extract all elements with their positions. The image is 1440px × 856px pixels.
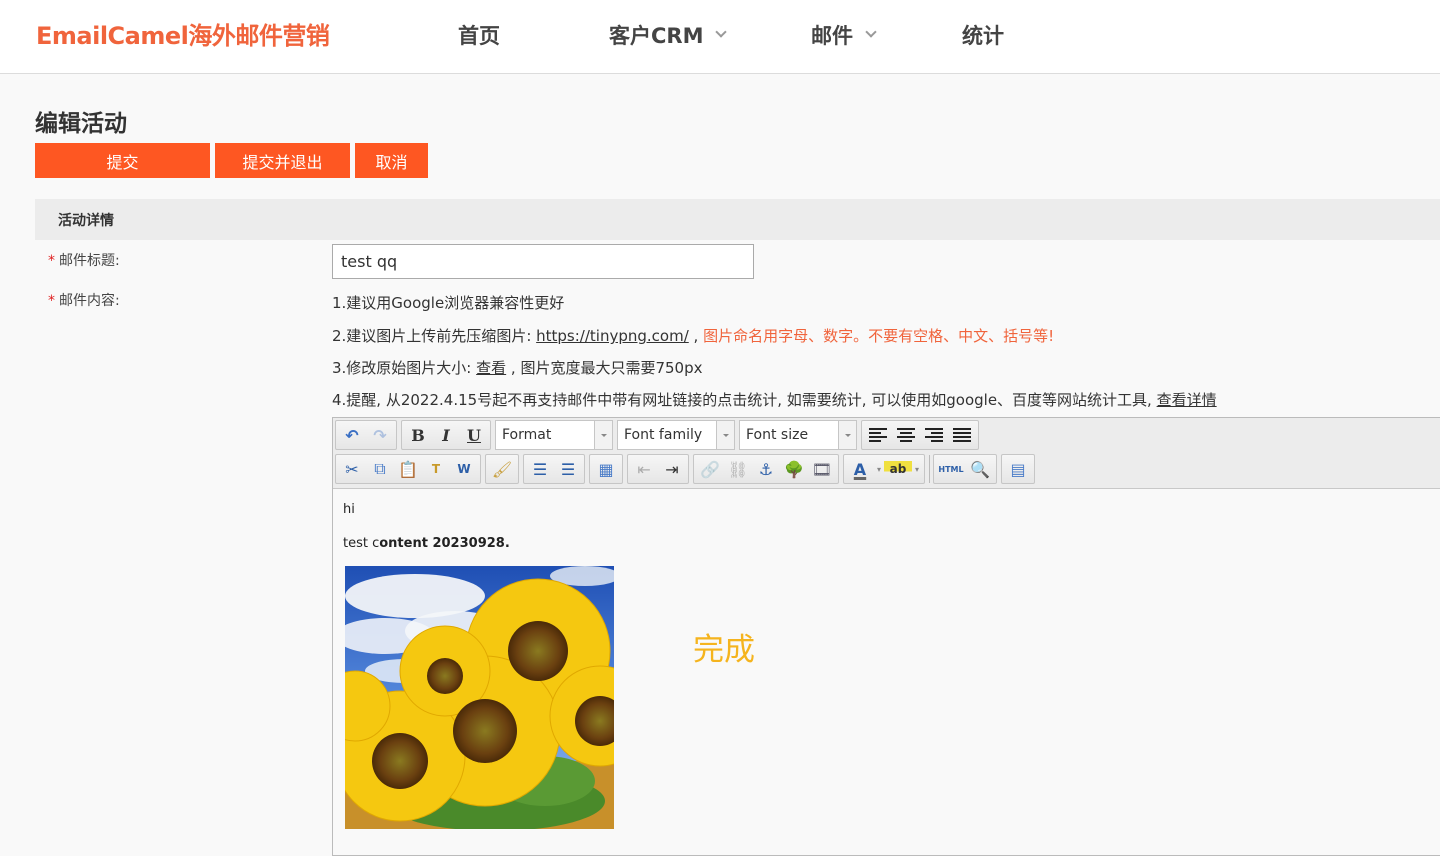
subject-label-text: 邮件标题: — [59, 253, 120, 269]
required-mark: * — [48, 253, 55, 269]
submit-and-exit-button[interactable]: 提交并退出 — [215, 143, 350, 178]
align-center-icon[interactable] — [892, 422, 920, 448]
anchor-icon[interactable]: ⚓ — [752, 456, 780, 482]
dropdown-arrow-icon — [594, 421, 612, 449]
sunflower-image[interactable] — [345, 566, 614, 829]
align-right-icon[interactable] — [920, 422, 948, 448]
sunflower-picture — [345, 566, 614, 829]
font-size-select[interactable]: Font size — [739, 420, 857, 450]
tinypng-link[interactable]: https://tinypng.com/ — [536, 327, 689, 345]
underline-icon[interactable]: U — [460, 422, 488, 448]
paste-word-icon[interactable]: W — [450, 456, 478, 482]
outdent-icon[interactable]: ⇤ — [630, 456, 658, 482]
done-overlay-text: 完成 — [693, 632, 755, 668]
font-family-select-value: Font family — [624, 427, 703, 443]
italic-icon[interactable]: I — [432, 422, 460, 448]
chevron-down-icon — [715, 26, 728, 38]
edit-table-icon[interactable]: ▦ — [592, 456, 620, 482]
submit-button[interactable]: 提交 — [35, 143, 210, 178]
nav-home-label: 首页 — [458, 24, 500, 48]
content-text-normal: test c — [343, 536, 380, 551]
editor-toolbar: ↶ ↷ B I U Format Font family Font size ✂… — [333, 418, 1440, 489]
cut-icon[interactable]: ✂ — [338, 456, 366, 482]
bullet-list-icon[interactable]: ☰ — [526, 456, 554, 482]
nav-stats-label: 统计 — [962, 24, 1004, 48]
content-label: * 邮件内容: — [48, 290, 120, 310]
chevron-down-icon — [865, 26, 877, 38]
font-family-select[interactable]: Font family — [617, 420, 735, 450]
highlight-dropdown-icon[interactable]: ▾ — [912, 456, 922, 482]
tip-tracking: 4.提醒, 从2022.4.15号起不再支持邮件中带有网址链接的点击统计, 如需… — [332, 389, 1217, 410]
campaign-details-panel: 活动详情 *邮件标题: *邮件内容: 1.建议用Google浏览器兼容性更好 2… — [35, 199, 1440, 856]
nav-crm-label: 客户CRM — [609, 24, 704, 48]
format-select-value: Format — [502, 427, 552, 443]
highlight-color-icon[interactable]: ab — [884, 456, 912, 482]
font-size-select-value: Font size — [746, 427, 809, 443]
nav-email[interactable]: 邮件 — [811, 20, 877, 50]
copy-icon[interactable]: ⧉ — [366, 456, 394, 482]
tip-tracking-text: 4.提醒, 从2022.4.15号起不再支持邮件中带有网址链接的点击统计, 如需… — [332, 391, 1157, 409]
html-source-icon[interactable]: HTML — [936, 456, 966, 482]
tip-resize: 3.修改原始图片大小: 查看 , 图片宽度最大只需要750px — [332, 357, 703, 378]
bold-icon[interactable]: B — [404, 422, 432, 448]
align-left-icon[interactable] — [864, 422, 892, 448]
media-icon[interactable]: 🎞 — [808, 456, 836, 482]
subject-input[interactable] — [332, 244, 754, 279]
redo-icon[interactable]: ↷ — [366, 422, 394, 448]
content-line-hi: hi — [343, 502, 355, 517]
tip-compress: 2.建议图片上传前先压缩图片: https://tinypng.com/ , 图… — [332, 325, 1054, 346]
template-icon[interactable]: ▤ — [1004, 456, 1032, 482]
link-icon[interactable]: 🔗 — [696, 456, 724, 482]
view-details-link[interactable]: 查看详情 — [1157, 391, 1217, 409]
rich-text-editor: ↶ ↷ B I U Format Font family Font size ✂… — [332, 417, 1440, 856]
preview-icon[interactable]: 🔍 — [966, 456, 994, 482]
brand-logo[interactable]: EmailCamel海外邮件营销 — [36, 16, 330, 51]
top-navbar: EmailCamel海外邮件营销 首页 客户CRM 邮件 统计 — [0, 0, 1440, 74]
tip-resize-text: 3.修改原始图片大小: — [332, 359, 477, 377]
content-line-test: test content 20230928. — [343, 536, 510, 551]
dropdown-arrow-icon — [838, 421, 856, 449]
panel-header: 活动详情 — [35, 199, 1440, 240]
toolbar-separator — [929, 455, 930, 483]
numbered-list-icon[interactable]: ☰ — [554, 456, 582, 482]
cancel-button[interactable]: 取消 — [355, 143, 428, 178]
dropdown-arrow-icon — [716, 421, 734, 449]
text-color-icon[interactable]: A — [846, 456, 874, 482]
undo-icon[interactable]: ↶ — [338, 422, 366, 448]
content-text-bold: ontent 20230928. — [379, 536, 510, 551]
tip-separator: , — [688, 327, 704, 345]
content-label-text: 邮件内容: — [59, 293, 120, 309]
tip-resize-suffix: , 图片宽度最大只需要750px — [506, 359, 703, 377]
nav-email-label: 邮件 — [811, 24, 853, 48]
subject-label: * 邮件标题: — [48, 250, 120, 270]
image-naming-warning: 图片命名用字母、数字。不要有空格、中文、括号等! — [703, 327, 1055, 345]
indent-icon[interactable]: ⇥ — [658, 456, 686, 482]
page-title: 编辑活动 — [35, 111, 127, 137]
cleanup-icon[interactable]: 🖌 — [488, 456, 516, 482]
required-mark: * — [48, 293, 55, 309]
format-select[interactable]: Format — [495, 420, 613, 450]
paste-text-icon[interactable]: T — [422, 456, 450, 482]
paste-icon[interactable]: 📋 — [394, 456, 422, 482]
view-resize-link[interactable]: 查看 — [476, 359, 506, 377]
align-justify-icon[interactable] — [948, 422, 976, 448]
image-icon[interactable]: 🌳 — [780, 456, 808, 482]
nav-home[interactable]: 首页 — [458, 20, 500, 50]
tip-compress-text: 2.建议图片上传前先压缩图片: — [332, 327, 537, 345]
nav-crm[interactable]: 客户CRM — [609, 20, 728, 50]
tip-browser: 1.建议用Google浏览器兼容性更好 — [332, 294, 565, 312]
unlink-icon[interactable]: ⛓ — [724, 456, 752, 482]
nav-stats[interactable]: 统计 — [962, 20, 1004, 50]
text-color-dropdown-icon[interactable]: ▾ — [874, 456, 884, 482]
panel-title: 活动详情 — [58, 213, 114, 229]
